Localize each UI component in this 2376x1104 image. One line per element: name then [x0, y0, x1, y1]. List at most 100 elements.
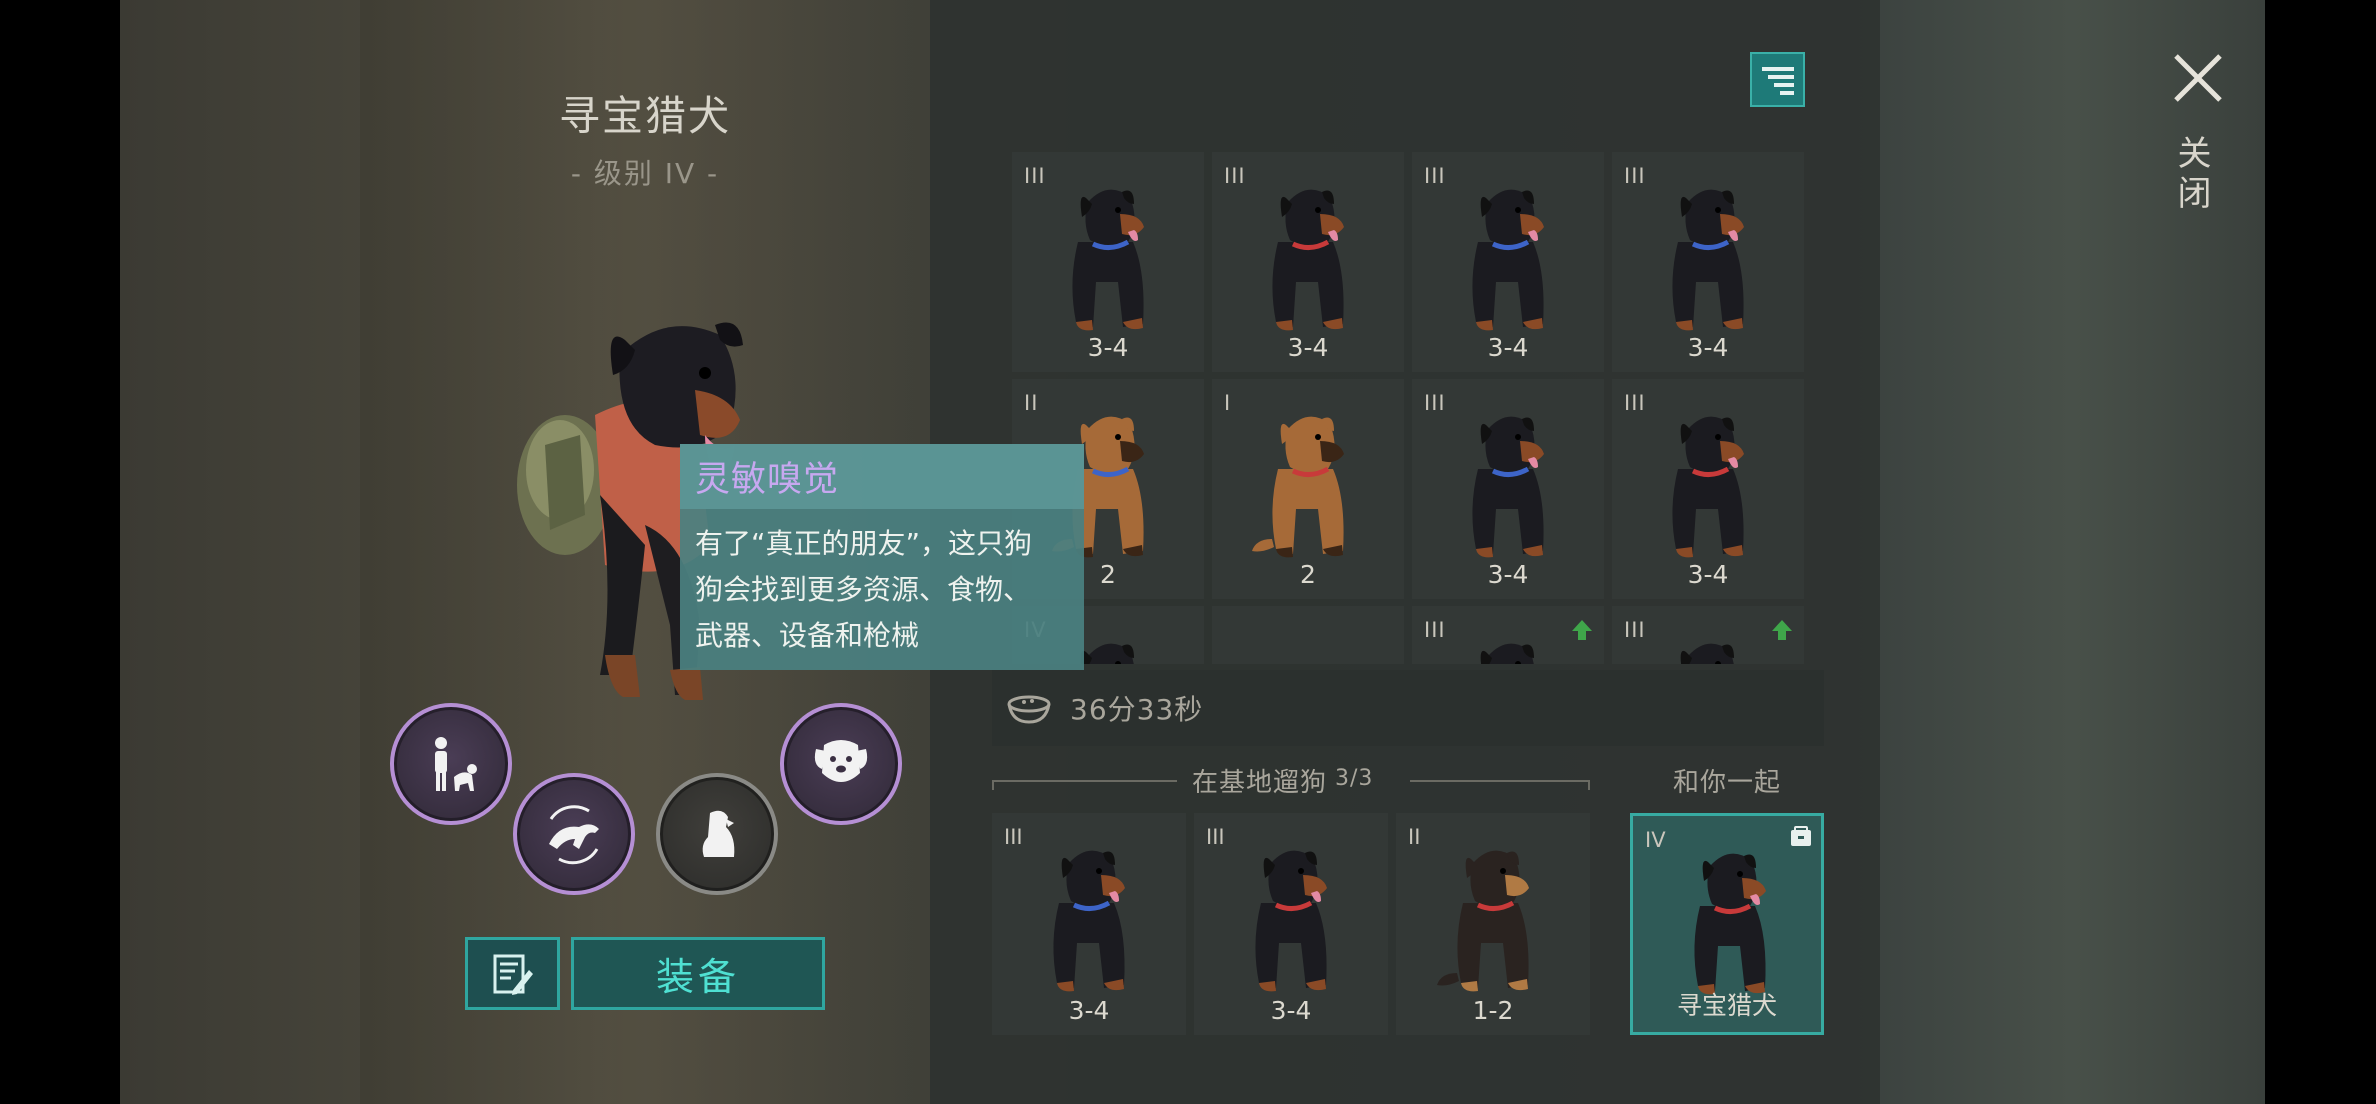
- dog-card[interactable]: I2: [1212, 379, 1404, 599]
- upgrade-arrow-icon: [1572, 620, 1592, 640]
- dog-shape: [1096, 868, 1102, 874]
- filter-lines-icon: [1761, 66, 1794, 95]
- dog-sit-button[interactable]: [656, 773, 778, 895]
- dog-range-label: 3-4: [1687, 333, 1729, 362]
- skill-tooltip: 灵敏嗅觉 有了“真正的朋友”，这只狗 狗会找到更多资源、食物、 武器、设备和枪械: [680, 444, 1084, 670]
- sort-filter-button[interactable]: [1750, 52, 1805, 107]
- dog-portrait: [1272, 189, 1344, 331]
- dog-tier: II: [1024, 391, 1039, 415]
- dog-range-label: 2: [1300, 560, 1316, 589]
- dog-range-label: 1-2: [1472, 996, 1514, 1025]
- dog-portrait: [1072, 189, 1144, 331]
- close-button-label[interactable]: 关闭: [2171, 135, 2216, 215]
- feeding-timer-bar: 36分33秒: [992, 670, 1824, 746]
- walking-section-title: 在基地遛狗: [1192, 768, 1328, 798]
- dog-profile-button[interactable]: [780, 703, 902, 825]
- dog-shape: [1457, 903, 1529, 988]
- dog-shape: [1515, 207, 1521, 213]
- dog-face-icon: [814, 740, 868, 782]
- dog-shape: [1505, 875, 1529, 897]
- dog-shape: [1315, 207, 1321, 213]
- dog-shape: [1053, 903, 1125, 988]
- dog-card[interactable]: III 3-4: [1012, 152, 1204, 372]
- dog-tier: III: [1624, 618, 1646, 642]
- dog-tier: III: [1624, 164, 1646, 188]
- dog-portrait: [1472, 189, 1544, 331]
- dog-shape: [1298, 868, 1304, 874]
- dog-tier: III: [1624, 391, 1646, 415]
- dog-card[interactable]: III 3-4: [1412, 379, 1604, 599]
- dog-card[interactable]: III 3-4: [992, 813, 1186, 1035]
- dog-range-label: 3-4: [1287, 333, 1329, 362]
- dog-shape: [1694, 906, 1766, 991]
- dog-card[interactable]: III: [1612, 606, 1804, 664]
- backpack-icon: [1791, 826, 1811, 846]
- upgrade-arrow-icon: [1772, 620, 1792, 640]
- companion-tier: IV: [1645, 828, 1666, 852]
- dog-portrait: [1680, 643, 1734, 664]
- dog-portrait: [1472, 416, 1544, 558]
- dog-card[interactable]: III: [1412, 606, 1604, 664]
- dog-card[interactable]: III 3-4: [1212, 152, 1404, 372]
- dog-shape: [1500, 868, 1506, 874]
- dog-range-label: 3-4: [1487, 560, 1529, 589]
- dog-notes-button[interactable]: [465, 937, 560, 1010]
- dog-card[interactable]: III 3-4: [1412, 152, 1604, 372]
- dog-shape: [1252, 539, 1274, 552]
- dog-shape: [1472, 469, 1544, 554]
- dog-card[interactable]: II 1-2: [1396, 813, 1590, 1035]
- walking-section-label: 在基地遛狗 3/3: [1192, 762, 1373, 799]
- skill-tooltip-description: 有了“真正的朋友”，这只狗 狗会找到更多资源、食物、 武器、设备和枪械: [680, 509, 1084, 659]
- dog-shape: [1272, 242, 1344, 327]
- dog-shape: [1255, 903, 1327, 988]
- section-divider-right: [1410, 780, 1590, 790]
- dog-shape: [1437, 973, 1459, 986]
- dog-range-label: 3-4: [1068, 996, 1110, 1025]
- dog-portrait: [1672, 416, 1744, 558]
- dog-card[interactable]: III 3-4: [1612, 379, 1804, 599]
- dog-portrait: [1053, 850, 1125, 992]
- companion-section-label: 和你一起: [1672, 768, 1781, 798]
- tooltip-line: 有了“真正的朋友”，这只狗: [695, 527, 1033, 560]
- dog-shape: [1115, 434, 1121, 440]
- dog-portrait: [1255, 850, 1327, 992]
- dog-portrait: [1252, 416, 1344, 558]
- tooltip-line: 武器、设备和枪械: [695, 619, 920, 652]
- companion-dog-card[interactable]: IV 寻宝猎犬: [1630, 813, 1824, 1035]
- dog-card[interactable]: III 3-4: [1194, 813, 1388, 1035]
- dog-name-title: 寻宝猎犬: [559, 92, 731, 140]
- walking-count: 3/3: [1335, 766, 1374, 791]
- dog-tier: I: [1224, 391, 1232, 415]
- dog-portrait: [1248, 616, 1368, 664]
- dog-shape: [1472, 242, 1544, 327]
- dog-training-button[interactable]: [513, 773, 635, 895]
- walk-with-dog-button[interactable]: [390, 703, 512, 825]
- dog-range-label: 3-4: [1087, 333, 1129, 362]
- dog-shape: [1480, 650, 1492, 664]
- dog-shape: [1515, 434, 1521, 440]
- equip-button[interactable]: 装备: [571, 937, 825, 1010]
- dog-shape: [1680, 650, 1692, 664]
- dog-portrait: [1672, 189, 1744, 331]
- feeding-timer-text: 36分33秒: [1070, 693, 1204, 726]
- companion-dog-portrait: [1694, 853, 1766, 995]
- dog-tier: III: [1424, 391, 1446, 415]
- dog-card[interactable]: III 3-4: [1612, 152, 1804, 372]
- companion-name: 寻宝猎犬: [1676, 991, 1777, 1020]
- dog-range-label: 3-4: [1687, 560, 1729, 589]
- dog-range-label: 3-4: [1270, 996, 1312, 1025]
- dog-shape: [1320, 441, 1344, 463]
- dog-card[interactable]: [1212, 606, 1404, 664]
- dog-tier: II: [1408, 825, 1421, 849]
- section-divider-left: [992, 780, 1177, 790]
- edit-note-icon: [493, 954, 533, 995]
- dog-shape: [1672, 242, 1744, 327]
- dog-shape: [1120, 441, 1144, 463]
- dog-shape: [1115, 207, 1121, 213]
- dog-portrait: [1480, 643, 1534, 664]
- dog-tier: III: [1424, 618, 1446, 642]
- dog-tier: III: [1424, 164, 1446, 188]
- close-icon[interactable]: [2170, 50, 2226, 106]
- dog-portrait: [1437, 850, 1529, 992]
- dog-tier: III: [1004, 825, 1023, 849]
